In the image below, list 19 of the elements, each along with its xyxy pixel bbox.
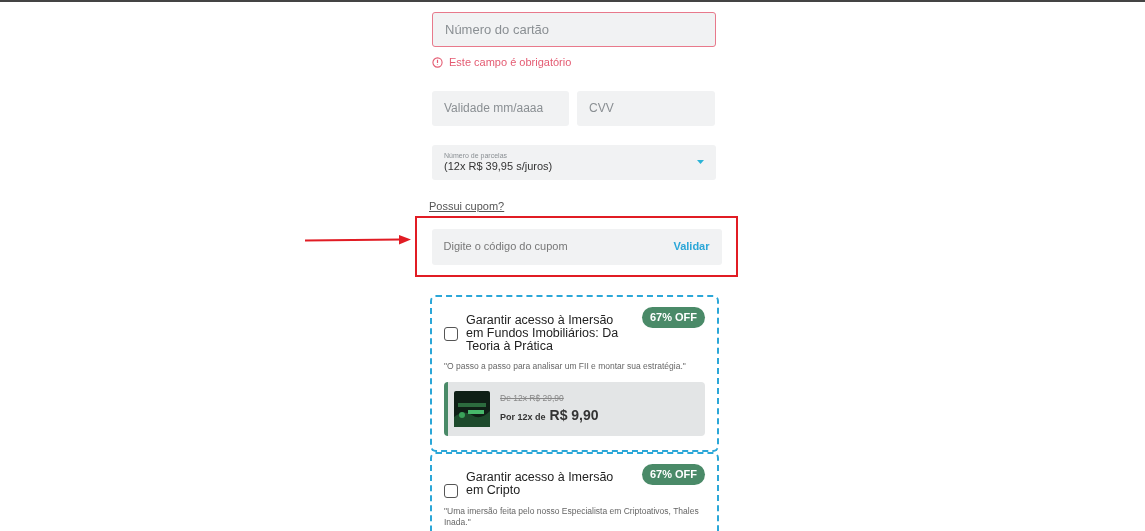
discount-badge: 67% OFF [641,307,705,328]
offer-title: Garantir acesso à Imersão em Fundos Imobiliários: Da Teoria à Prática [466,314,620,353]
caret-icon [697,160,704,164]
error-icon [432,56,443,68]
cvv-field[interactable]: CVV [577,90,715,126]
expiry-field[interactable]: Validade mm/aaaa [432,90,569,126]
offer-quote: "O passo a passo para analisar um FII e montar sua estratégia." [444,361,687,372]
coupon-link[interactable]: Possui cupom? [429,197,505,214]
offer-price: R$ 9,90 [549,405,599,425]
old-price: De 12x R$ 29,90 [500,392,565,405]
select-value: (12x R$ 39,95 s/juros) [444,160,553,173]
card-number-field[interactable]: Número do cartão [432,12,716,47]
offer-checkbox[interactable] [444,484,458,498]
offer-title: Garantir acesso à Imersão em Cripto [466,471,615,497]
discount-badge: 67% OFF [641,464,705,485]
offer-checkbox[interactable] [444,327,458,341]
offer-quote: "Uma imersão feita pelo nosso Especialista em Criptoativos, Thales Inada." [444,506,700,528]
price-prefix: Por 12x de [500,410,546,424]
error-message: Este campo é obrigatório [449,55,572,70]
